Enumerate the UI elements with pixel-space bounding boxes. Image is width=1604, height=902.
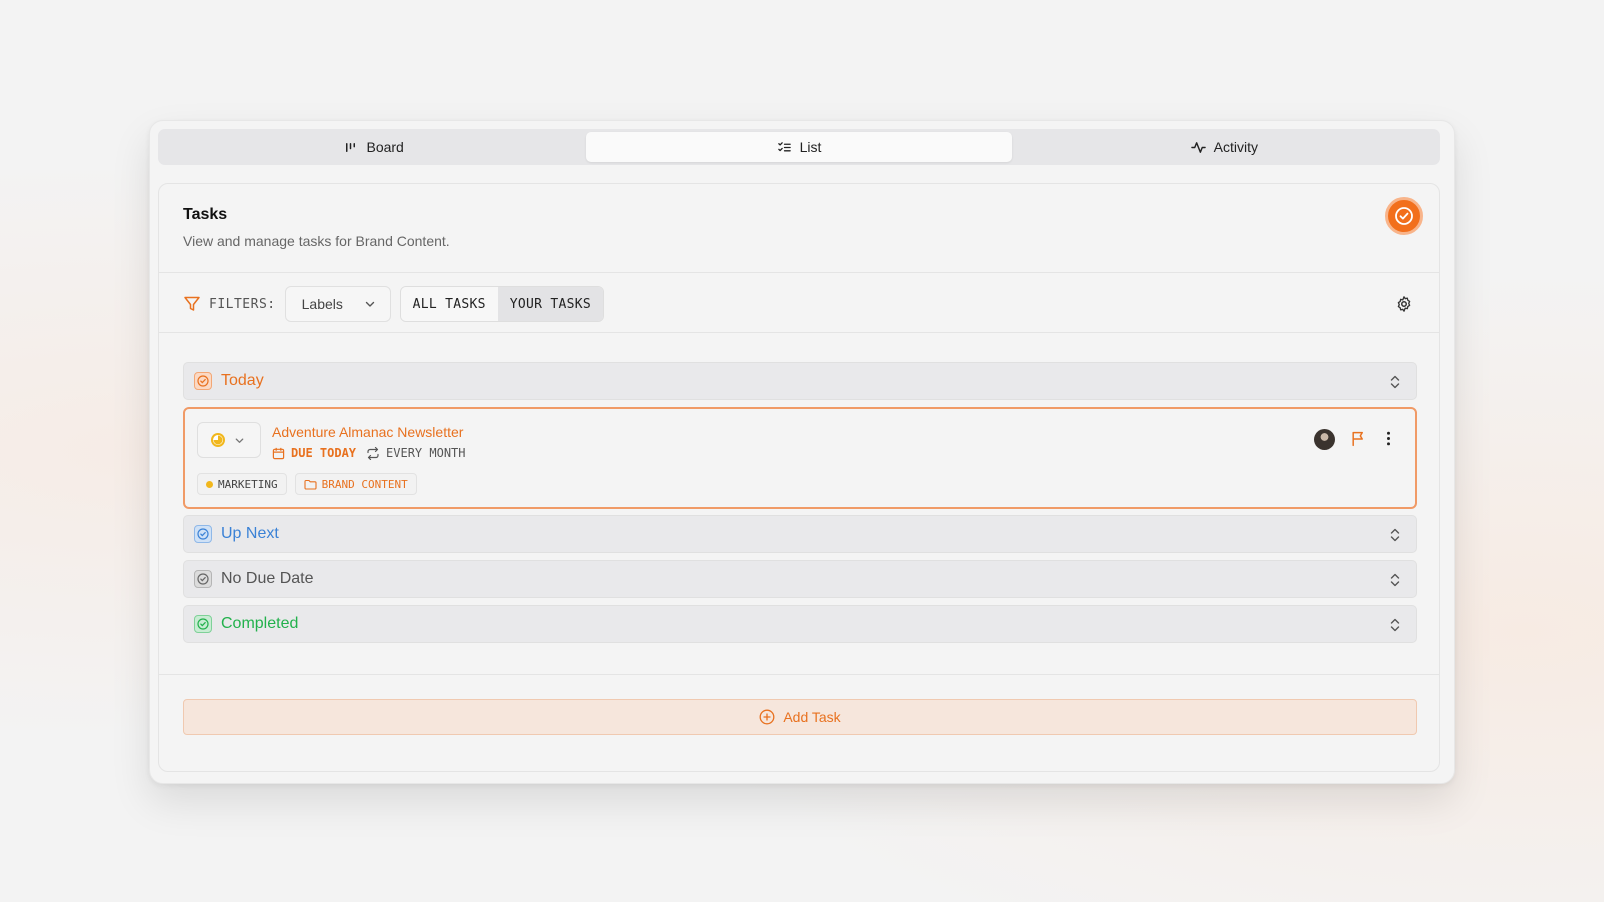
chevrons-up-down-icon: [1390, 573, 1400, 587]
labels-select-value: Labels: [301, 296, 343, 312]
add-task-label: Add Task: [783, 709, 841, 725]
tab-activity-label: Activity: [1213, 139, 1258, 155]
chevrons-up-down-icon: [1390, 375, 1400, 389]
task-item[interactable]: Adventure Almanac Newsletter DUE TODAY E…: [183, 407, 1417, 509]
group-no-due-date[interactable]: No Due Date: [183, 560, 1417, 598]
no-due-date-status-icon: [194, 570, 212, 588]
task-title[interactable]: Adventure Almanac Newsletter: [272, 424, 463, 440]
chevrons-up-down-icon: [1390, 618, 1400, 632]
add-task-button[interactable]: Add Task: [183, 699, 1417, 735]
tasks-card: Tasks View and manage tasks for Brand Co…: [158, 183, 1440, 772]
group-no-due-date-label: No Due Date: [221, 570, 314, 587]
your-tasks-button[interactable]: YOUR TASKS: [497, 287, 604, 321]
group-today[interactable]: Today: [183, 362, 1417, 400]
chevron-down-icon: [365, 301, 374, 307]
page-title: Tasks: [183, 206, 228, 223]
folder-icon: [304, 479, 317, 490]
more-vertical-icon[interactable]: [1380, 430, 1397, 447]
in-progress-icon: [211, 433, 225, 447]
task-due: DUE TODAY: [291, 446, 357, 460]
tag-marketing[interactable]: MARKETING: [197, 473, 287, 495]
labels-select[interactable]: Labels: [284, 286, 391, 322]
task-status-button[interactable]: [197, 422, 261, 458]
group-completed[interactable]: Completed: [183, 605, 1417, 643]
view-tabs: Board List Activity: [158, 129, 1440, 165]
tag-brand-content[interactable]: BRAND CONTENT: [294, 473, 417, 495]
repeat-icon: [367, 446, 379, 460]
group-completed-label: Completed: [221, 615, 299, 632]
page-subtitle: View and manage tasks for Brand Content.: [183, 233, 450, 249]
tag-marketing-label: MARKETING: [218, 477, 278, 491]
board-icon: [346, 142, 356, 152]
tag-brand-content-label: BRAND CONTENT: [321, 477, 408, 491]
tab-board-label: Board: [366, 139, 404, 155]
check-circle-icon: [1395, 207, 1413, 225]
all-tasks-button[interactable]: ALL TASKS: [400, 287, 498, 321]
task-tags: MARKETING BRAND CONTENT: [197, 473, 417, 495]
avatar[interactable]: [1314, 429, 1335, 450]
tab-activity[interactable]: Activity: [1012, 132, 1437, 162]
task-meta: DUE TODAY EVERY MONTH: [272, 446, 466, 460]
plus-circle-icon: [759, 709, 775, 725]
chevron-down-icon: [235, 437, 244, 443]
divider: [159, 332, 1439, 333]
activity-icon: [1190, 141, 1206, 153]
chevrons-up-down-icon: [1390, 528, 1400, 542]
divider: [159, 674, 1439, 675]
completed-status-icon: [194, 615, 212, 633]
tag-dot-icon: [206, 480, 213, 488]
tab-board[interactable]: Board: [161, 132, 586, 162]
task-repeat: EVERY MONTH: [386, 446, 466, 460]
app-window: Board List Activity Tasks View and manag…: [149, 120, 1455, 784]
filter-icon: [184, 296, 200, 311]
group-up-next[interactable]: Up Next: [183, 515, 1417, 553]
calendar-icon: [272, 447, 285, 459]
today-status-icon: [194, 372, 212, 390]
filter-bar: FILTERS: Labels ALL TASKS YOUR TASKS: [183, 286, 605, 322]
flag-icon[interactable]: [1350, 430, 1367, 447]
filters-label: FILTERS:: [209, 296, 276, 312]
group-up-next-label: Up Next: [221, 525, 279, 542]
divider: [159, 272, 1439, 273]
tasks-action-button[interactable]: [1385, 197, 1423, 235]
tab-list-label: List: [799, 139, 822, 155]
list-icon: [777, 141, 791, 151]
tab-list[interactable]: List: [586, 132, 1012, 162]
up-next-status-icon: [194, 525, 212, 543]
task-scope-toggle: ALL TASKS YOUR TASKS: [399, 286, 605, 322]
card-header: Tasks View and manage tasks for Brand Co…: [183, 206, 450, 249]
gear-icon[interactable]: [1395, 295, 1413, 313]
group-today-label: Today: [221, 372, 264, 389]
